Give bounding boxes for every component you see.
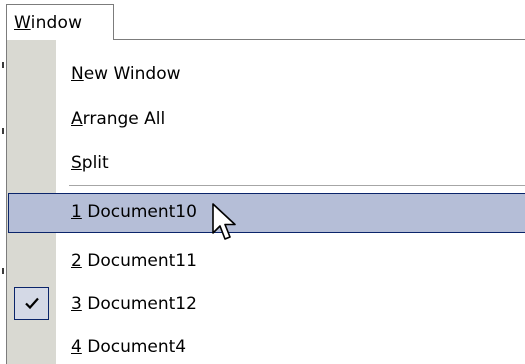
mnemonic-letter: 1 bbox=[71, 202, 82, 222]
menu-item-text: Document10 bbox=[81, 202, 197, 222]
menu-item-document11[interactable]: 2 Document11 bbox=[7, 240, 525, 284]
menu-item-document10[interactable]: 1 Document10 bbox=[7, 193, 525, 235]
menu-item-text: plit bbox=[81, 153, 109, 173]
menu-item-text: Document4 bbox=[81, 337, 187, 357]
mouse-pointer-icon bbox=[212, 203, 236, 240]
mnemonic-letter: 3 bbox=[71, 294, 82, 314]
menu-item-document12[interactable]: 3 Document12 bbox=[7, 283, 525, 327]
menu-separator bbox=[69, 185, 525, 186]
menu-item-document4[interactable]: 4 Document4 bbox=[7, 326, 525, 364]
menu-item-split[interactable]: Split bbox=[7, 142, 525, 186]
window-menu-title[interactable]: Window bbox=[6, 4, 114, 40]
mnemonic-letter: N bbox=[71, 64, 84, 84]
mnemonic-letter: W bbox=[14, 13, 31, 33]
menu-item-label: 2 Document11 bbox=[71, 250, 197, 272]
checkmark-icon bbox=[14, 287, 49, 320]
checkmark-glyph bbox=[25, 297, 39, 310]
menu-item-label: 3 Document12 bbox=[71, 293, 197, 315]
menu-item-label: 4 Document4 bbox=[71, 336, 186, 358]
menu-item-text: ew Window bbox=[83, 64, 181, 84]
menu-item-arrange-all[interactable]: Arrange All bbox=[7, 98, 525, 142]
menu-item-text: Document12 bbox=[81, 294, 197, 314]
mnemonic-letter: A bbox=[71, 109, 83, 129]
screen: Window New Window Arrange All Split 1 Do… bbox=[0, 0, 525, 364]
menu-item-text: rrange All bbox=[82, 109, 166, 129]
mnemonic-letter: S bbox=[71, 153, 82, 173]
window-menu-dropdown: New Window Arrange All Split 1 Document1… bbox=[6, 39, 525, 364]
menu-item-text: Document11 bbox=[81, 251, 197, 271]
mnemonic-letter: 2 bbox=[71, 251, 82, 271]
menu-item-new-window[interactable]: New Window bbox=[7, 53, 525, 97]
edge-mark bbox=[2, 268, 4, 274]
menu-item-label: New Window bbox=[71, 63, 181, 85]
window-menu-title-label: Window bbox=[14, 12, 82, 34]
edge-mark bbox=[2, 62, 4, 68]
menu-item-label: Arrange All bbox=[71, 108, 165, 130]
mnemonic-letter: 4 bbox=[71, 337, 82, 357]
menu-item-label: 1 Document10 bbox=[71, 201, 197, 223]
menu-item-label: Split bbox=[71, 152, 109, 174]
menu-title-rest: indow bbox=[30, 13, 83, 33]
edge-mark bbox=[2, 128, 4, 134]
